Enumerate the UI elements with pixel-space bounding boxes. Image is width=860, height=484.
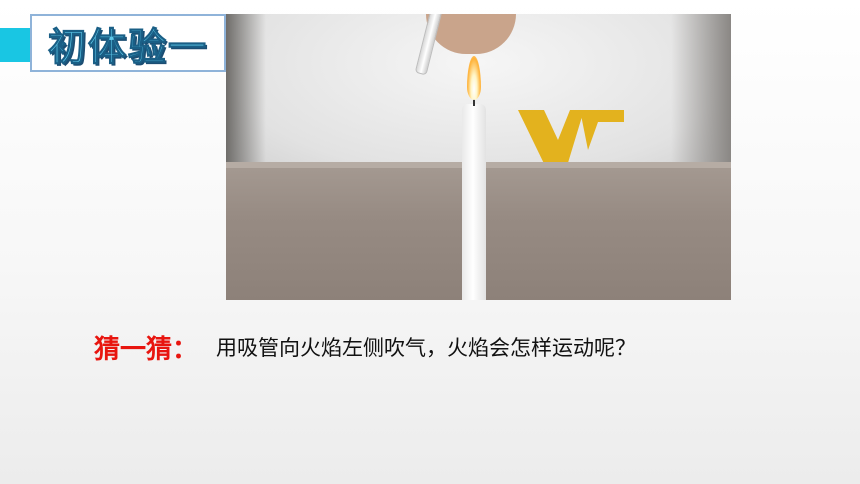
question-line: 猜一猜： 用吸管向火焰左侧吹气，火焰会怎样运动呢？ <box>94 327 636 367</box>
question-text: 用吸管向火焰左侧吹气，火焰会怎样运动呢？ <box>216 336 637 360</box>
candle <box>462 104 486 300</box>
guess-label: 猜一猜： <box>94 334 199 365</box>
candle-photo <box>226 14 731 300</box>
slide-title: 初体验一 <box>47 24 208 69</box>
title-box: 初体验一 <box>30 14 226 72</box>
